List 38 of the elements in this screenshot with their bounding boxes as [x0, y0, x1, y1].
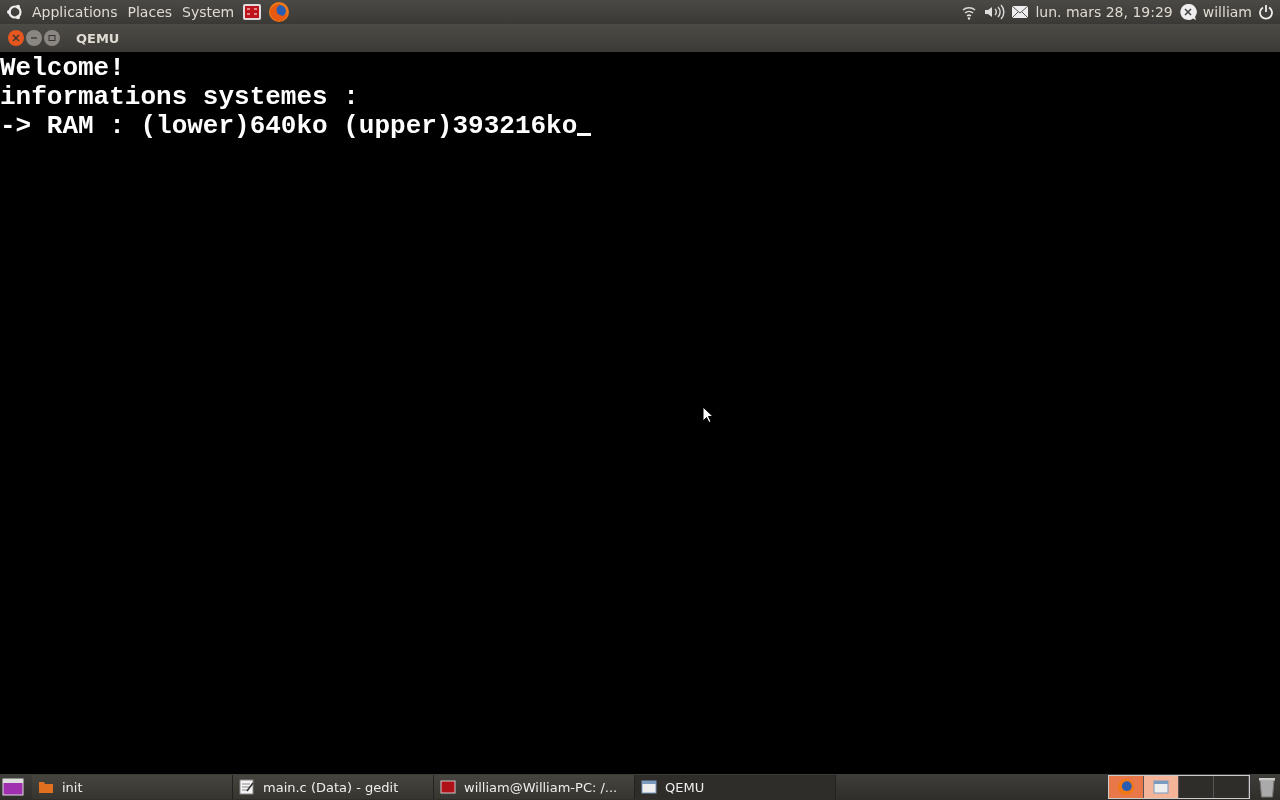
ubuntu-logo-icon[interactable]: [6, 3, 24, 21]
console-line: informations systemes :: [0, 83, 359, 112]
folder-icon: [38, 780, 54, 794]
taskbar-button[interactable]: william@William-PC: /...: [434, 775, 635, 799]
window-icon: [641, 780, 657, 794]
cursor-icon: [577, 133, 592, 136]
minimize-button[interactable]: [26, 30, 42, 46]
window-icon: [1153, 780, 1169, 794]
wifi-icon[interactable]: [961, 4, 978, 20]
panel-menu[interactable]: System: [180, 4, 237, 20]
globe-icon: [1117, 778, 1135, 796]
power-icon[interactable]: [1258, 4, 1274, 20]
show-desktop-icon[interactable]: [2, 778, 24, 796]
terminal-launcher-icon[interactable]: [242, 2, 263, 22]
console-line: -> RAM : (lower)640ko (upper)393216ko: [0, 112, 578, 141]
maximize-icon: [48, 34, 56, 42]
minimize-icon: [30, 34, 38, 42]
panel-menu[interactable]: Places: [125, 4, 175, 20]
taskbar-button[interactable]: main.c (Data) - gedit: [233, 775, 434, 799]
panel-menu[interactable]: Applications: [30, 4, 120, 20]
mail-icon[interactable]: [1011, 5, 1030, 19]
taskbar-button[interactable]: init: [32, 775, 233, 799]
terminal-icon: [440, 780, 456, 794]
trash-icon[interactable]: [1258, 776, 1276, 798]
close-button[interactable]: [8, 30, 24, 46]
maximize-button[interactable]: [44, 30, 60, 46]
console-line: Welcome!: [0, 54, 125, 83]
clock[interactable]: lun. mars 28, 19:29: [1035, 4, 1173, 20]
mouse-pointer-icon: [702, 406, 713, 423]
taskbar-button[interactable]: QEMU: [635, 775, 836, 799]
notepad-icon: [239, 779, 255, 795]
volume-icon[interactable]: [983, 4, 1006, 20]
status-icon[interactable]: [1178, 3, 1197, 21]
user-name[interactable]: william: [1202, 4, 1252, 20]
workspace-switcher[interactable]: [1108, 775, 1250, 799]
window-title: QEMU: [76, 30, 120, 46]
close-icon: [12, 34, 20, 42]
globe-launcher-icon[interactable]: [268, 1, 291, 23]
